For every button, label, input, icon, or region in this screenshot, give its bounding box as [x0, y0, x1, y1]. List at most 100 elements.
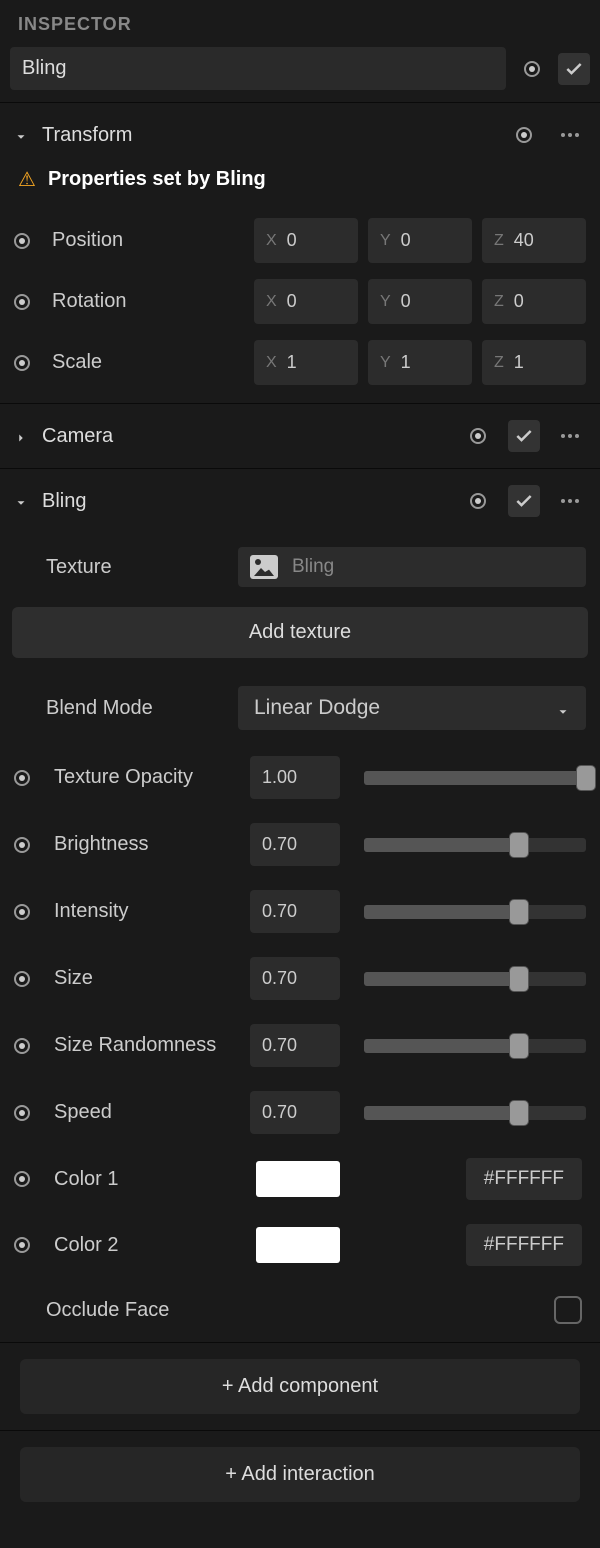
scale-z-input[interactable]: Z1 [482, 340, 586, 385]
slider-value-input[interactable]: 0.70 [250, 1024, 340, 1067]
scale-keyframe-icon[interactable] [14, 355, 30, 371]
slider-label: Brightness [48, 833, 240, 856]
camera-radio-icon[interactable] [462, 420, 494, 452]
bling-radio-icon[interactable] [462, 485, 494, 517]
slider-row: Brightness 0.70 [0, 811, 600, 878]
texture-picker[interactable]: Bling [238, 547, 586, 587]
occlude-face-row: Occlude Face [0, 1278, 600, 1342]
add-texture-button[interactable]: Add texture [12, 607, 588, 658]
object-name-input[interactable] [10, 47, 506, 90]
transform-header[interactable]: Transform [0, 103, 600, 167]
object-radio-icon[interactable] [516, 53, 548, 85]
transform-warning: ⚠ Properties set by Bling [0, 167, 600, 210]
color1-label: Color 1 [48, 1168, 240, 1191]
object-name-row [0, 47, 600, 102]
texture-row: Texture Bling [0, 533, 600, 601]
bling-header[interactable]: Bling [0, 469, 600, 533]
position-label: Position [46, 229, 246, 252]
scale-y-input[interactable]: Y1 [368, 340, 472, 385]
slider-row: Intensity 0.70 [0, 878, 600, 945]
slider-row: Size Randomness 0.70 [0, 1012, 600, 1079]
slider-value-input[interactable]: 0.70 [250, 823, 340, 866]
panel-title: INSPECTOR [0, 0, 600, 47]
slider-value-input[interactable]: 0.70 [250, 890, 340, 933]
position-z-input[interactable]: Z40 [482, 218, 586, 263]
camera-title: Camera [42, 425, 448, 448]
slider-keyframe-icon[interactable] [14, 770, 30, 786]
camera-more-icon[interactable] [554, 420, 586, 452]
slider-track[interactable] [364, 1039, 586, 1053]
scale-row: Scale X1 Y1 Z1 [0, 332, 600, 403]
transform-radio-icon[interactable] [508, 119, 540, 151]
slider-label: Size [48, 967, 240, 990]
chevron-right-icon [14, 429, 28, 443]
bling-section: Bling Texture Bling Add texture Blend Mo… [0, 468, 600, 1342]
color1-keyframe-icon[interactable] [14, 1171, 30, 1187]
rotation-row: Rotation X0 Y0 Z0 [0, 271, 600, 332]
blend-mode-row: Blend Mode Linear Dodge [0, 672, 600, 744]
slider-keyframe-icon[interactable] [14, 1038, 30, 1054]
rotation-y-input[interactable]: Y0 [368, 279, 472, 324]
add-component-button[interactable]: + Add component [20, 1359, 580, 1414]
rotation-keyframe-icon[interactable] [14, 294, 30, 310]
slider-thumb[interactable] [576, 765, 596, 791]
color1-swatch[interactable] [256, 1161, 340, 1197]
scale-x-input[interactable]: X1 [254, 340, 358, 385]
bling-title: Bling [42, 490, 448, 513]
camera-header[interactable]: Camera [0, 404, 600, 468]
rotation-label: Rotation [46, 290, 246, 313]
slider-keyframe-icon[interactable] [14, 971, 30, 987]
add-component-section: + Add component [0, 1342, 600, 1414]
bling-more-icon[interactable] [554, 485, 586, 517]
slider-row: Size 0.70 [0, 945, 600, 1012]
slider-value-input[interactable]: 0.70 [250, 957, 340, 1000]
slider-track[interactable] [364, 1106, 586, 1120]
slider-keyframe-icon[interactable] [14, 1105, 30, 1121]
transform-more-icon[interactable] [554, 119, 586, 151]
color1-hex[interactable]: #FFFFFF [466, 1158, 582, 1200]
rotation-z-input[interactable]: Z0 [482, 279, 586, 324]
slider-thumb[interactable] [509, 899, 529, 925]
texture-label: Texture [46, 556, 226, 579]
scale-label: Scale [46, 351, 246, 374]
texture-name: Bling [292, 556, 334, 578]
position-x-input[interactable]: X0 [254, 218, 358, 263]
camera-enable-toggle[interactable] [508, 420, 540, 452]
blend-mode-dropdown[interactable]: Linear Dodge [238, 686, 586, 730]
color2-row: Color 2 #FFFFFF [0, 1212, 600, 1278]
slider-label: Size Randomness [48, 1034, 240, 1057]
slider-thumb[interactable] [509, 1100, 529, 1126]
occlude-face-checkbox[interactable] [554, 1296, 582, 1324]
color2-keyframe-icon[interactable] [14, 1237, 30, 1253]
slider-keyframe-icon[interactable] [14, 904, 30, 920]
slider-track[interactable] [364, 972, 586, 986]
position-row: Position X0 Y0 Z40 [0, 210, 600, 271]
warning-icon: ⚠ [18, 167, 36, 192]
chevron-down-icon [14, 494, 28, 508]
object-enable-toggle[interactable] [558, 53, 590, 85]
occlude-face-label: Occlude Face [46, 1299, 169, 1322]
slider-label: Intensity [48, 900, 240, 923]
slider-track[interactable] [364, 905, 586, 919]
chevron-down-icon [556, 701, 570, 715]
position-keyframe-icon[interactable] [14, 233, 30, 249]
color2-swatch[interactable] [256, 1227, 340, 1263]
rotation-x-input[interactable]: X0 [254, 279, 358, 324]
warning-text: Properties set by Bling [48, 168, 266, 191]
slider-track[interactable] [364, 771, 586, 785]
color2-hex[interactable]: #FFFFFF [466, 1224, 582, 1266]
slider-keyframe-icon[interactable] [14, 837, 30, 853]
transform-title: Transform [42, 124, 494, 147]
slider-thumb[interactable] [509, 966, 529, 992]
add-interaction-button[interactable]: + Add interaction [20, 1447, 580, 1502]
position-y-input[interactable]: Y0 [368, 218, 472, 263]
slider-track[interactable] [364, 838, 586, 852]
bling-enable-toggle[interactable] [508, 485, 540, 517]
transform-section: Transform ⚠ Properties set by Bling Posi… [0, 102, 600, 403]
slider-label: Speed [48, 1101, 240, 1124]
slider-thumb[interactable] [509, 832, 529, 858]
slider-value-input[interactable]: 0.70 [250, 1091, 340, 1134]
slider-thumb[interactable] [509, 1033, 529, 1059]
slider-value-input[interactable]: 1.00 [250, 756, 340, 799]
image-icon [250, 555, 278, 579]
